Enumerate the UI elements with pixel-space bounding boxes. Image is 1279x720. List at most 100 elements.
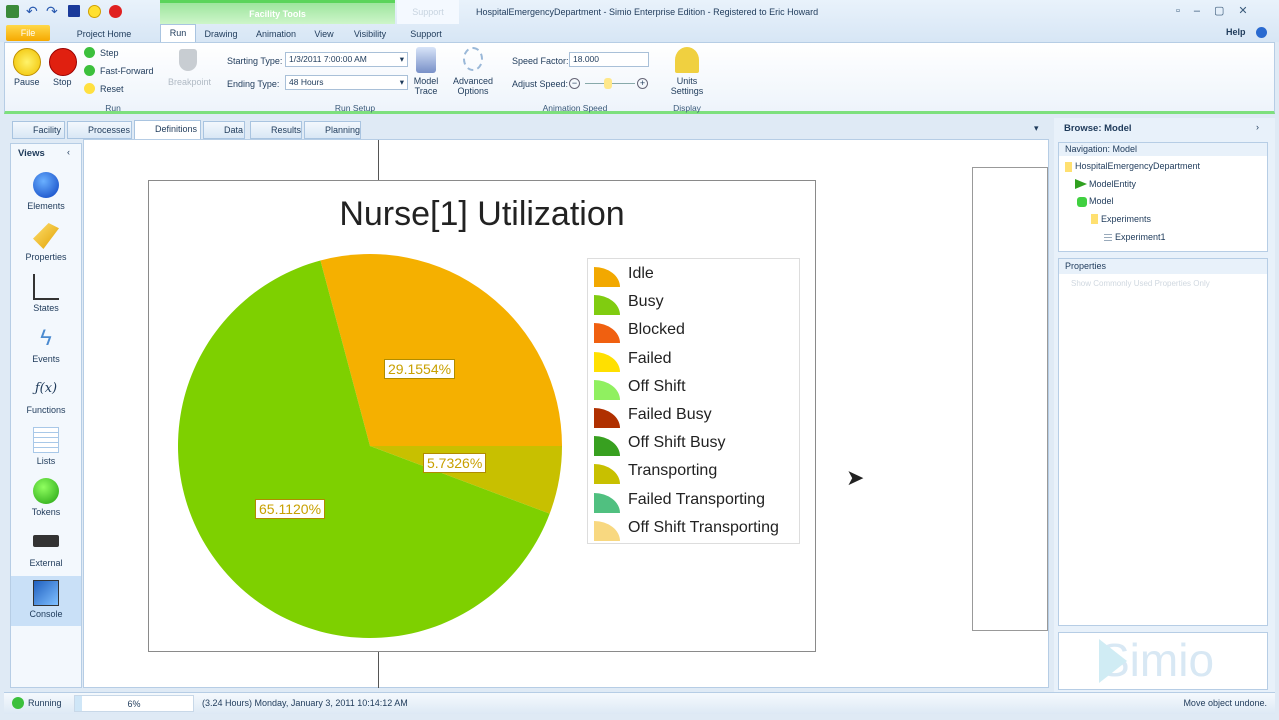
model-trace-button[interactable]: Model Trace <box>409 76 443 96</box>
pause-icon[interactable] <box>13 48 41 76</box>
tab-visibility[interactable]: Visibility <box>349 27 391 42</box>
reset-icon[interactable] <box>84 83 95 94</box>
stop-button[interactable]: Stop <box>53 77 72 87</box>
tab-drawing[interactable]: Drawing <box>200 27 242 42</box>
doc-tab-results[interactable]: Results <box>250 121 302 139</box>
step-button[interactable]: Step <box>100 48 119 58</box>
speed-increase-button[interactable]: + <box>637 78 648 89</box>
tab-support[interactable]: Support <box>404 27 448 42</box>
speed-decrease-button[interactable]: − <box>569 78 580 89</box>
folder-icon <box>1091 214 1098 224</box>
legend-swatch <box>594 267 620 287</box>
external-icon <box>33 535 59 547</box>
units-settings-icon[interactable] <box>675 47 699 73</box>
view-tokens[interactable]: Tokens <box>11 474 81 524</box>
data-label: 5.7326% <box>423 453 487 473</box>
legend-label: Busy <box>628 293 664 311</box>
tab-project-home[interactable]: Project Home <box>70 27 138 42</box>
stop-quick-icon[interactable] <box>109 5 122 18</box>
ribbon: Pause Stop Step Fast-Forward Reset Run B… <box>4 42 1275 114</box>
data-label: 29.1554% <box>384 359 456 379</box>
pause-quick-icon[interactable] <box>88 5 101 18</box>
doc-tab-planning[interactable]: Planning <box>304 121 361 139</box>
view-external[interactable]: External <box>11 525 81 575</box>
context-tab-facility-tools: Facility Tools <box>160 0 395 24</box>
view-lists[interactable]: Lists <box>11 423 81 473</box>
tab-run[interactable]: Run <box>160 24 196 43</box>
running-icon <box>12 697 24 709</box>
legend-swatch <box>594 464 620 485</box>
starting-type-label: Starting Type: <box>227 56 283 66</box>
legend-label: Idle <box>628 265 654 282</box>
console-icon <box>33 580 59 606</box>
save-icon[interactable] <box>68 5 80 17</box>
legend-label: Off Shift <box>628 377 686 395</box>
doc-tab-processes[interactable]: Processes <box>67 121 132 139</box>
animation-speed-group-label: Animation Speed <box>542 103 608 113</box>
legend-label: Failed <box>628 349 672 367</box>
view-elements[interactable]: Elements <box>11 168 81 218</box>
properties-panel: Properties Show Commonly Used Properties… <box>1058 258 1268 626</box>
tree-item[interactable]: Experiment1 <box>1115 232 1166 242</box>
fast-forward-icon[interactable] <box>84 65 95 76</box>
lists-icon <box>33 427 59 453</box>
expand-browse-icon[interactable]: › <box>1256 122 1259 132</box>
view-label: Events <box>32 354 60 364</box>
run-setup-group-label: Run Setup <box>334 103 376 113</box>
properties-header: Properties <box>1059 259 1267 274</box>
show-common-properties-toggle[interactable]: Show Commonly Used Properties Only <box>1071 279 1210 288</box>
simio-logo-mark <box>1099 639 1127 683</box>
help-icon[interactable] <box>1256 27 1267 38</box>
doc-tab-data[interactable]: Data <box>203 121 245 139</box>
ending-type-field[interactable]: 48 Hours ▾ <box>285 75 408 90</box>
step-icon[interactable] <box>84 47 95 58</box>
legend-item: Transporting <box>594 458 799 486</box>
view-label: Properties <box>25 252 67 262</box>
chart-legend: Idle Busy Blocked Failed Off Shift Failed Bus… <box>587 258 800 544</box>
app-icon <box>6 5 19 18</box>
pie-chart[interactable]: Nurse[1] Utilization 29.1554% 5.7326% 65.1… <box>148 180 816 652</box>
window-controls[interactable]: ▫–▢✕ <box>1176 4 1262 17</box>
redo-icon[interactable]: ↷ <box>46 3 58 20</box>
browse-panel: Browse: Model › Navigation: Model Hospit… <box>1054 118 1275 692</box>
tree-scrollbar[interactable] <box>1259 159 1267 251</box>
undo-icon[interactable]: ↶ <box>26 3 38 20</box>
collapse-views-icon[interactable]: ‹ <box>67 147 70 157</box>
dropdown-icon[interactable]: ▾ <box>400 53 404 66</box>
tab-file[interactable]: File <box>6 25 50 41</box>
dropdown-icon[interactable]: ▾ <box>400 76 404 89</box>
model-trace-icon[interactable] <box>416 47 436 73</box>
pause-button[interactable]: Pause <box>14 77 40 87</box>
run-state: Running <box>28 698 62 708</box>
starting-type-field[interactable]: 1/3/2011 7:00:00 AM ▾ <box>285 52 408 67</box>
tree-item[interactable]: Model <box>1089 196 1114 206</box>
advanced-options-icon[interactable] <box>463 47 483 71</box>
legend-label: Transporting <box>628 462 718 480</box>
help-link[interactable]: Help <box>1226 27 1246 37</box>
views-panel: Views ‹ Elements Properties States ϟ Even… <box>10 143 82 688</box>
reset-button[interactable]: Reset <box>100 84 124 94</box>
entity-icon <box>1075 179 1087 189</box>
speed-factor-field[interactable]: 18.000 <box>569 52 649 67</box>
tree-item[interactable]: ModelEntity <box>1089 179 1136 189</box>
tabs-dropdown-icon[interactable]: ▾ <box>1034 123 1039 134</box>
view-states[interactable]: States <box>11 270 81 320</box>
units-settings-button[interactable]: Units Settings <box>665 76 709 96</box>
canvas-object[interactable] <box>972 167 1048 631</box>
tree-item[interactable]: HospitalEmergencyDepartment <box>1075 161 1200 171</box>
stop-icon[interactable] <box>49 48 77 76</box>
tab-view[interactable]: View <box>310 27 338 42</box>
legend-item: Idle <box>594 261 799 289</box>
view-console[interactable]: Console <box>11 576 81 626</box>
tree-item[interactable]: Experiments <box>1101 214 1151 224</box>
advanced-options-button[interactable]: Advanced Options <box>451 76 495 96</box>
view-properties[interactable]: Properties <box>11 219 81 269</box>
legend-swatch <box>594 492 620 513</box>
speed-slider-thumb[interactable] <box>604 78 612 89</box>
doc-tab-definitions[interactable]: Definitions <box>134 120 201 140</box>
view-events[interactable]: ϟ Events <box>11 321 81 371</box>
fast-forward-button[interactable]: Fast-Forward <box>100 66 154 76</box>
tab-animation[interactable]: Animation <box>252 27 300 42</box>
view-functions[interactable]: ƒ(x) Functions <box>11 372 81 422</box>
doc-tab-facility[interactable]: Facility <box>12 121 65 139</box>
